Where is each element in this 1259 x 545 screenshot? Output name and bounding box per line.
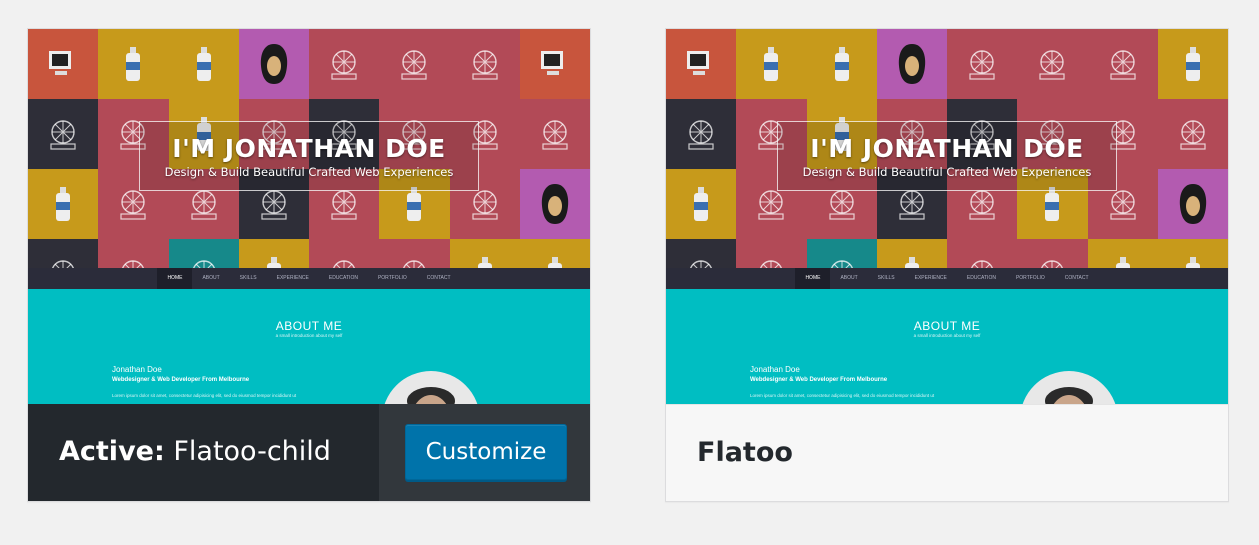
nav-item-about: ABOUT — [840, 275, 858, 281]
nav-item-portfolio: PORTFOLIO — [1015, 275, 1045, 281]
theme-card-inactive[interactable]: I'M JONATHAN DOE Design & Build Beautifu… — [665, 28, 1229, 502]
mosaic-tile — [379, 29, 450, 99]
about-subtitle: a small introduction about my self — [913, 333, 981, 338]
nav-item-about: ABOUT — [202, 275, 220, 281]
customize-button[interactable]: Customize — [405, 424, 567, 480]
mosaic-tile — [1017, 29, 1088, 99]
mosaic-tile-icon — [1180, 120, 1206, 150]
mosaic-tile — [666, 169, 737, 239]
mosaic-tile — [1157, 169, 1228, 239]
about-section: ABOUT ME a small introduction about my s… — [666, 289, 1228, 404]
mosaic-tile-icon — [764, 47, 779, 81]
hero-title: I'M JONATHAN DOE — [172, 134, 446, 163]
theme-screenshot: I'M JONATHAN DOE Design & Build Beautifu… — [28, 29, 590, 404]
theme-name: Flatoo — [697, 437, 793, 468]
nav-item-contact: CONTACT — [1064, 275, 1089, 281]
mosaic-tile — [666, 99, 737, 169]
preview-navbar: HOME ABOUT SKILLS EXPERIENCE EDUCATION P… — [666, 268, 1228, 289]
mosaic-tile-icon — [898, 44, 926, 84]
mosaic-tile — [449, 29, 520, 99]
hero-box: I'M JONATHAN DOE Design & Build Beautifu… — [139, 121, 479, 191]
mosaic-tile — [947, 29, 1018, 99]
mosaic-tile-icon — [687, 51, 710, 75]
mosaic-tile — [519, 99, 590, 169]
mosaic-tile-icon — [694, 187, 709, 221]
about-role: Webdesigner & Web Developer From Melbour… — [112, 377, 250, 383]
mosaic-tile-icon — [401, 50, 427, 80]
theme-footer-active: Active: Flatoo-child Customize — [28, 404, 590, 501]
mosaic-tile — [98, 29, 169, 99]
mosaic-tile — [666, 29, 737, 99]
hero-subtitle: Design & Build Beautiful Crafted Web Exp… — [164, 165, 454, 179]
mosaic-tile-icon — [688, 120, 714, 150]
preview-navbar: HOME ABOUT SKILLS EXPERIENCE EDUCATION P… — [28, 268, 590, 289]
mosaic-tile-icon — [472, 50, 498, 80]
nav-item-contact: CONTACT — [426, 275, 451, 281]
mosaic-tile-icon — [49, 51, 72, 75]
about-lorem: Lorem ipsum dolor sit amet, consectetur … — [750, 393, 935, 398]
about-title: ABOUT ME — [913, 319, 981, 333]
mosaic-tile-icon — [541, 184, 569, 224]
mosaic-tile — [168, 29, 239, 99]
mosaic-tile-icon — [260, 44, 288, 84]
nav-item-skills: SKILLS — [877, 275, 895, 281]
avatar-photo — [382, 371, 480, 404]
mosaic-tile-icon — [196, 47, 211, 81]
about-section: ABOUT ME a small introduction about my s… — [28, 289, 590, 404]
nav-item-education: EDUCATION — [328, 275, 358, 281]
mosaic-tile-icon — [1039, 50, 1065, 80]
about-title: ABOUT ME — [275, 319, 343, 333]
mosaic-tile-icon — [1185, 47, 1200, 81]
mosaic-tile — [1157, 29, 1228, 99]
mosaic-tile — [519, 169, 590, 239]
theme-name-text: Flatoo-child — [173, 436, 331, 467]
mosaic-tile — [309, 29, 380, 99]
nav-item-home: HOME — [795, 268, 831, 289]
mosaic-tile-icon — [126, 47, 141, 81]
mosaic-tile — [519, 29, 590, 99]
about-name: Jonathan Doe — [750, 365, 800, 374]
about-subtitle: a small introduction about my self — [275, 333, 343, 338]
mosaic-tile — [28, 99, 99, 169]
mosaic-tile-icon — [540, 51, 563, 75]
mosaic-tile — [1157, 99, 1228, 169]
about-name: Jonathan Doe — [112, 365, 162, 374]
mosaic-tile-icon — [1045, 187, 1060, 221]
avatar-photo — [1020, 371, 1118, 404]
nav-item-experience: EXPERIENCE — [914, 275, 947, 281]
mosaic-tile-icon — [834, 47, 849, 81]
mosaic-tile-icon — [50, 120, 76, 150]
mosaic-tile — [1087, 29, 1158, 99]
mosaic-tile — [876, 29, 947, 99]
mosaic-tile — [736, 29, 807, 99]
mosaic-tile-icon — [1179, 184, 1207, 224]
nav-item-experience: EXPERIENCE — [276, 275, 309, 281]
mosaic-tile-icon — [1110, 50, 1136, 80]
theme-card-active[interactable]: I'M JONATHAN DOE Design & Build Beautifu… — [27, 28, 591, 502]
about-lorem: Lorem ipsum dolor sit amet, consectetur … — [112, 393, 297, 398]
mosaic-tile — [28, 169, 99, 239]
mosaic-tile-icon — [56, 187, 71, 221]
nav-item-home: HOME — [157, 268, 193, 289]
about-role: Webdesigner & Web Developer From Melbour… — [750, 377, 888, 383]
mosaic-tile — [238, 29, 309, 99]
theme-footer-inactive: Flatoo — [666, 404, 1228, 501]
mosaic-tile-icon — [969, 50, 995, 80]
nav-item-skills: SKILLS — [239, 275, 257, 281]
mosaic-tile — [28, 29, 99, 99]
active-label: Active: — [59, 436, 165, 467]
theme-screenshot: I'M JONATHAN DOE Design & Build Beautifu… — [666, 29, 1228, 404]
hero-subtitle: Design & Build Beautiful Crafted Web Exp… — [802, 165, 1092, 179]
hero-title: I'M JONATHAN DOE — [810, 134, 1084, 163]
mosaic-tile-icon — [331, 50, 357, 80]
hero-box: I'M JONATHAN DOE Design & Build Beautifu… — [777, 121, 1117, 191]
nav-item-portfolio: PORTFOLIO — [377, 275, 407, 281]
mosaic-tile — [806, 29, 877, 99]
mosaic-tile-icon — [407, 187, 422, 221]
mosaic-tile-icon — [542, 120, 568, 150]
theme-name: Active: Flatoo-child — [59, 434, 331, 470]
nav-item-education: EDUCATION — [966, 275, 996, 281]
